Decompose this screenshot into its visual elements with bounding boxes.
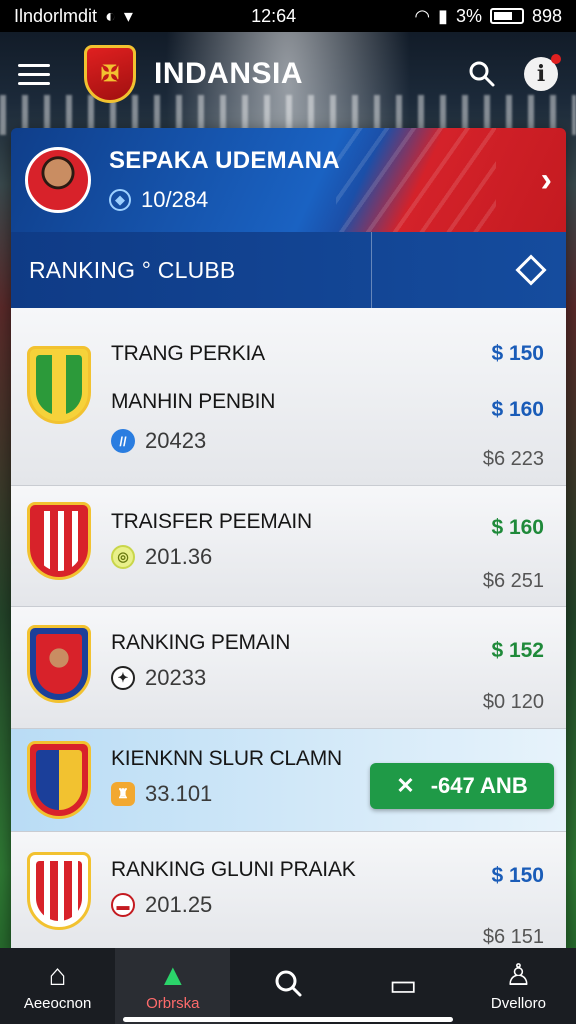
diamond-icon[interactable] bbox=[515, 254, 547, 286]
club-badge bbox=[27, 346, 91, 424]
info-icon[interactable]: i bbox=[524, 54, 561, 91]
row-price: $ 152 bbox=[491, 639, 544, 662]
app-title: INDANSIA bbox=[154, 57, 304, 90]
profile-icon: ♙ bbox=[504, 958, 532, 992]
row-total: $6 223 bbox=[482, 448, 544, 470]
list-item[interactable]: RANKING GLUNI PRAIAK ▬ 201.25 $ 150 $6 1… bbox=[11, 832, 566, 950]
row-total: $0 120 bbox=[482, 691, 544, 713]
club-badge bbox=[27, 852, 91, 930]
list-item-selected[interactable]: KIENKNN SLUR CLAMN ♜ 33.101 ✕ -647 ANB bbox=[11, 729, 566, 832]
wifi-signal-icon: ◠ bbox=[414, 5, 431, 26]
row-meta: 201.25 bbox=[145, 892, 213, 917]
nav-search[interactable] bbox=[230, 948, 345, 1024]
nav-label: Dvelloro bbox=[490, 994, 546, 1012]
avatar bbox=[25, 147, 91, 213]
id-badge-icon: // bbox=[111, 429, 135, 453]
chart-icon: ▲ bbox=[157, 958, 188, 992]
nav-profile[interactable]: ♙ Dvelloro bbox=[461, 948, 576, 1024]
row-title: RANKING PEMAIN bbox=[111, 631, 291, 654]
bottom-nav: ⌂ Aeeocnon ▲ Orbrska ▭ ♙ Dvelloro bbox=[0, 948, 576, 1024]
list-item[interactable]: TRAISFER PEEMAIN ◎ 201.36 $ 160 $6 251 bbox=[11, 486, 566, 607]
row-meta: 201.36 bbox=[145, 544, 213, 569]
row-price: $ 160 bbox=[491, 516, 544, 539]
profile-card[interactable]: SEPAKA UDEMANA ◆ 10/284 › bbox=[11, 128, 566, 232]
main-panel: SEPAKA UDEMANA ◆ 10/284 › RANKING ° CLUB… bbox=[11, 128, 566, 950]
row-price: $ 150 bbox=[491, 864, 544, 887]
search-icon[interactable] bbox=[462, 54, 502, 94]
nav-chart[interactable]: ▲ Orbrska bbox=[115, 948, 231, 1024]
club-badge bbox=[27, 741, 91, 819]
profile-name: SEPAKA UDEMANA bbox=[109, 147, 340, 174]
row-meta: 33.101 bbox=[145, 781, 213, 806]
row-total: $6 151 bbox=[482, 926, 544, 948]
wifi-icon: ▾ bbox=[123, 5, 133, 26]
status-time: 12:64 bbox=[251, 5, 297, 26]
section-header: RANKING ° CLUBB bbox=[11, 232, 566, 318]
carrier-label: Ilndorlmdit bbox=[14, 5, 98, 26]
trophy-icon: ♜ bbox=[111, 782, 135, 806]
app-header: ✠ INDANSIA i bbox=[0, 32, 576, 116]
status-bar: Ilndorlmdit ◐ ▾ 12:64 ◠ ▮ 3% 898 bbox=[0, 0, 576, 32]
nav-label: Aeeocnon bbox=[23, 994, 92, 1012]
nav-wallet[interactable]: ▭ bbox=[346, 948, 461, 1024]
dnd-icon: ◐ bbox=[105, 5, 116, 26]
status-extra: 898 bbox=[531, 5, 562, 26]
home-icon: ⌂ bbox=[48, 958, 67, 992]
nav-home[interactable]: ⌂ Aeeocnon bbox=[0, 948, 115, 1024]
row-title: TRANG PERKIA bbox=[111, 342, 265, 365]
club-icon: ▬ bbox=[111, 893, 135, 917]
list-item[interactable]: TRANG PERKIA MANHIN PENBIN // 20423 $ 15… bbox=[11, 308, 566, 486]
coin-icon: ◎ bbox=[111, 545, 135, 569]
battery-percent: 3% bbox=[455, 5, 482, 26]
menu-icon[interactable] bbox=[18, 63, 50, 85]
section-title: RANKING ° CLUBB bbox=[29, 256, 236, 283]
ranking-list: TRANG PERKIA MANHIN PENBIN // 20423 $ 15… bbox=[11, 308, 566, 950]
row-subtitle: MANHIN PENBIN bbox=[111, 390, 276, 413]
row-meta: 20423 bbox=[145, 428, 207, 453]
cell-signal-icon: ▮ bbox=[438, 5, 448, 26]
list-item[interactable]: RANKING PEMAIN ✦ 20233 $ 152 $0 120 bbox=[11, 607, 566, 729]
eagle-icon: ✦ bbox=[111, 666, 135, 690]
profile-id: 10/284 bbox=[141, 187, 209, 212]
transfer-button-label: -647 ANB bbox=[430, 773, 528, 798]
club-badge bbox=[27, 625, 91, 703]
row-price-secondary: $ 160 bbox=[491, 398, 544, 421]
transfer-icon: ✕ bbox=[396, 773, 415, 798]
wallet-icon: ▭ bbox=[389, 969, 418, 1002]
club-badge bbox=[27, 502, 91, 580]
transfer-button[interactable]: ✕ -647 ANB bbox=[370, 763, 554, 809]
chevron-right-icon[interactable]: › bbox=[541, 161, 552, 200]
club-logo: ✠ bbox=[84, 45, 136, 103]
row-title: TRAISFER PEEMAIN bbox=[111, 510, 312, 533]
row-price: $ 150 bbox=[491, 342, 544, 365]
battery-icon bbox=[489, 8, 524, 24]
home-indicator bbox=[123, 1017, 453, 1022]
row-title: KIENKNN SLUR CLAMN bbox=[111, 747, 342, 770]
row-total: $6 251 bbox=[482, 570, 544, 592]
search-icon bbox=[273, 968, 303, 1004]
shield-icon: ◆ bbox=[109, 189, 131, 211]
nav-label: Orbrska bbox=[146, 994, 200, 1012]
row-meta: 20233 bbox=[145, 665, 207, 690]
row-title: RANKING GLUNI PRAIAK bbox=[111, 858, 356, 881]
